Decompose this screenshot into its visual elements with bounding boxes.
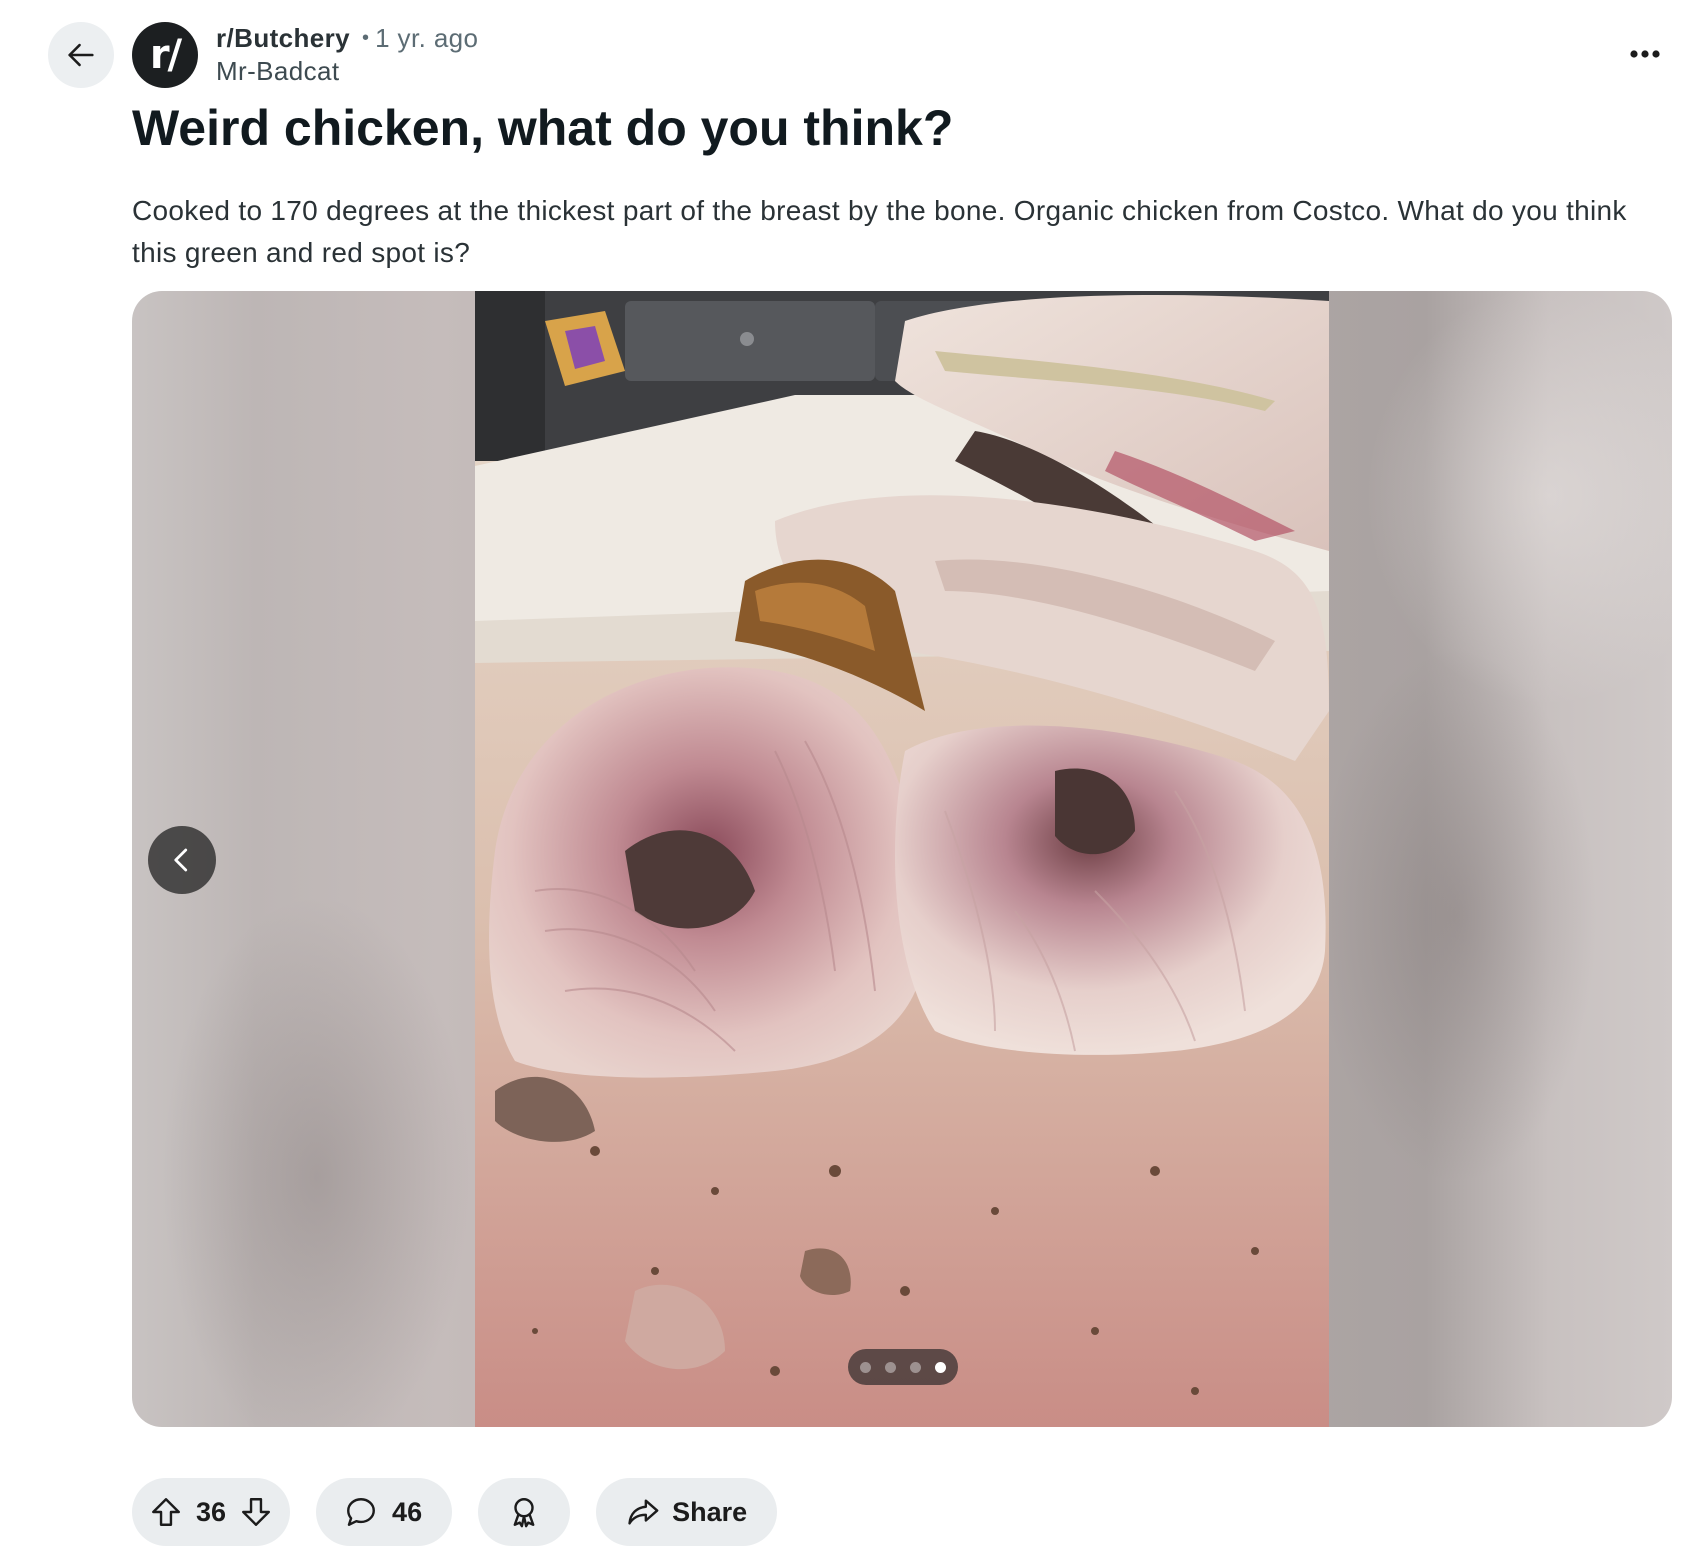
award-ribbon-icon bbox=[513, 1498, 535, 1528]
carousel-previous-button[interactable] bbox=[148, 826, 216, 894]
chicken-photo bbox=[475, 291, 1329, 1427]
post-body: Cooked to 170 degrees at the thickest pa… bbox=[132, 195, 1627, 268]
post-title: Weird chicken, what do you think? bbox=[132, 100, 954, 156]
arrow-left-icon bbox=[68, 43, 94, 67]
subreddit-link[interactable]: r/Butchery bbox=[216, 23, 350, 54]
carousel-page-indicator bbox=[848, 1349, 958, 1385]
award-button[interactable] bbox=[478, 1478, 571, 1546]
chevron-left-icon bbox=[174, 848, 188, 872]
carousel-page-dot[interactable] bbox=[910, 1361, 921, 1373]
post-timestamp: 1 yr. ago bbox=[375, 22, 479, 53]
post-action-bar: 36 46 Share bbox=[132, 1478, 778, 1546]
carousel-page-dot[interactable] bbox=[935, 1361, 946, 1373]
more-options-button[interactable] bbox=[1620, 36, 1670, 72]
meta-separator: • bbox=[362, 26, 370, 49]
speech-bubble-icon bbox=[347, 1498, 376, 1526]
share-arrow-icon bbox=[628, 1499, 659, 1525]
arrow-up-icon bbox=[152, 1498, 180, 1526]
share-label: Share bbox=[672, 1496, 748, 1527]
image-gallery[interactable] bbox=[132, 291, 1672, 1427]
subreddit-avatar[interactable]: r/ bbox=[132, 22, 198, 88]
arrow-down-icon bbox=[242, 1498, 271, 1526]
vote-control: 36 bbox=[132, 1478, 291, 1546]
author-link[interactable]: Mr-Badcat bbox=[216, 56, 340, 87]
back-button[interactable] bbox=[48, 22, 114, 88]
vote-score: 36 bbox=[196, 1496, 227, 1527]
comments-button[interactable]: 46 bbox=[316, 1478, 453, 1546]
more-horizontal-icon bbox=[1630, 50, 1660, 58]
avatar-text: r/ bbox=[149, 32, 182, 78]
upvote-button[interactable] bbox=[146, 1492, 186, 1532]
comment-count: 46 bbox=[392, 1496, 423, 1527]
share-button[interactable]: Share bbox=[596, 1478, 778, 1546]
downvote-button[interactable] bbox=[236, 1492, 276, 1532]
gallery-image[interactable] bbox=[475, 291, 1329, 1427]
carousel-page-dot[interactable] bbox=[885, 1361, 896, 1373]
post-meta: r/Butchery • 1 yr. ago bbox=[216, 22, 478, 54]
carousel-page-dot[interactable] bbox=[860, 1361, 871, 1373]
